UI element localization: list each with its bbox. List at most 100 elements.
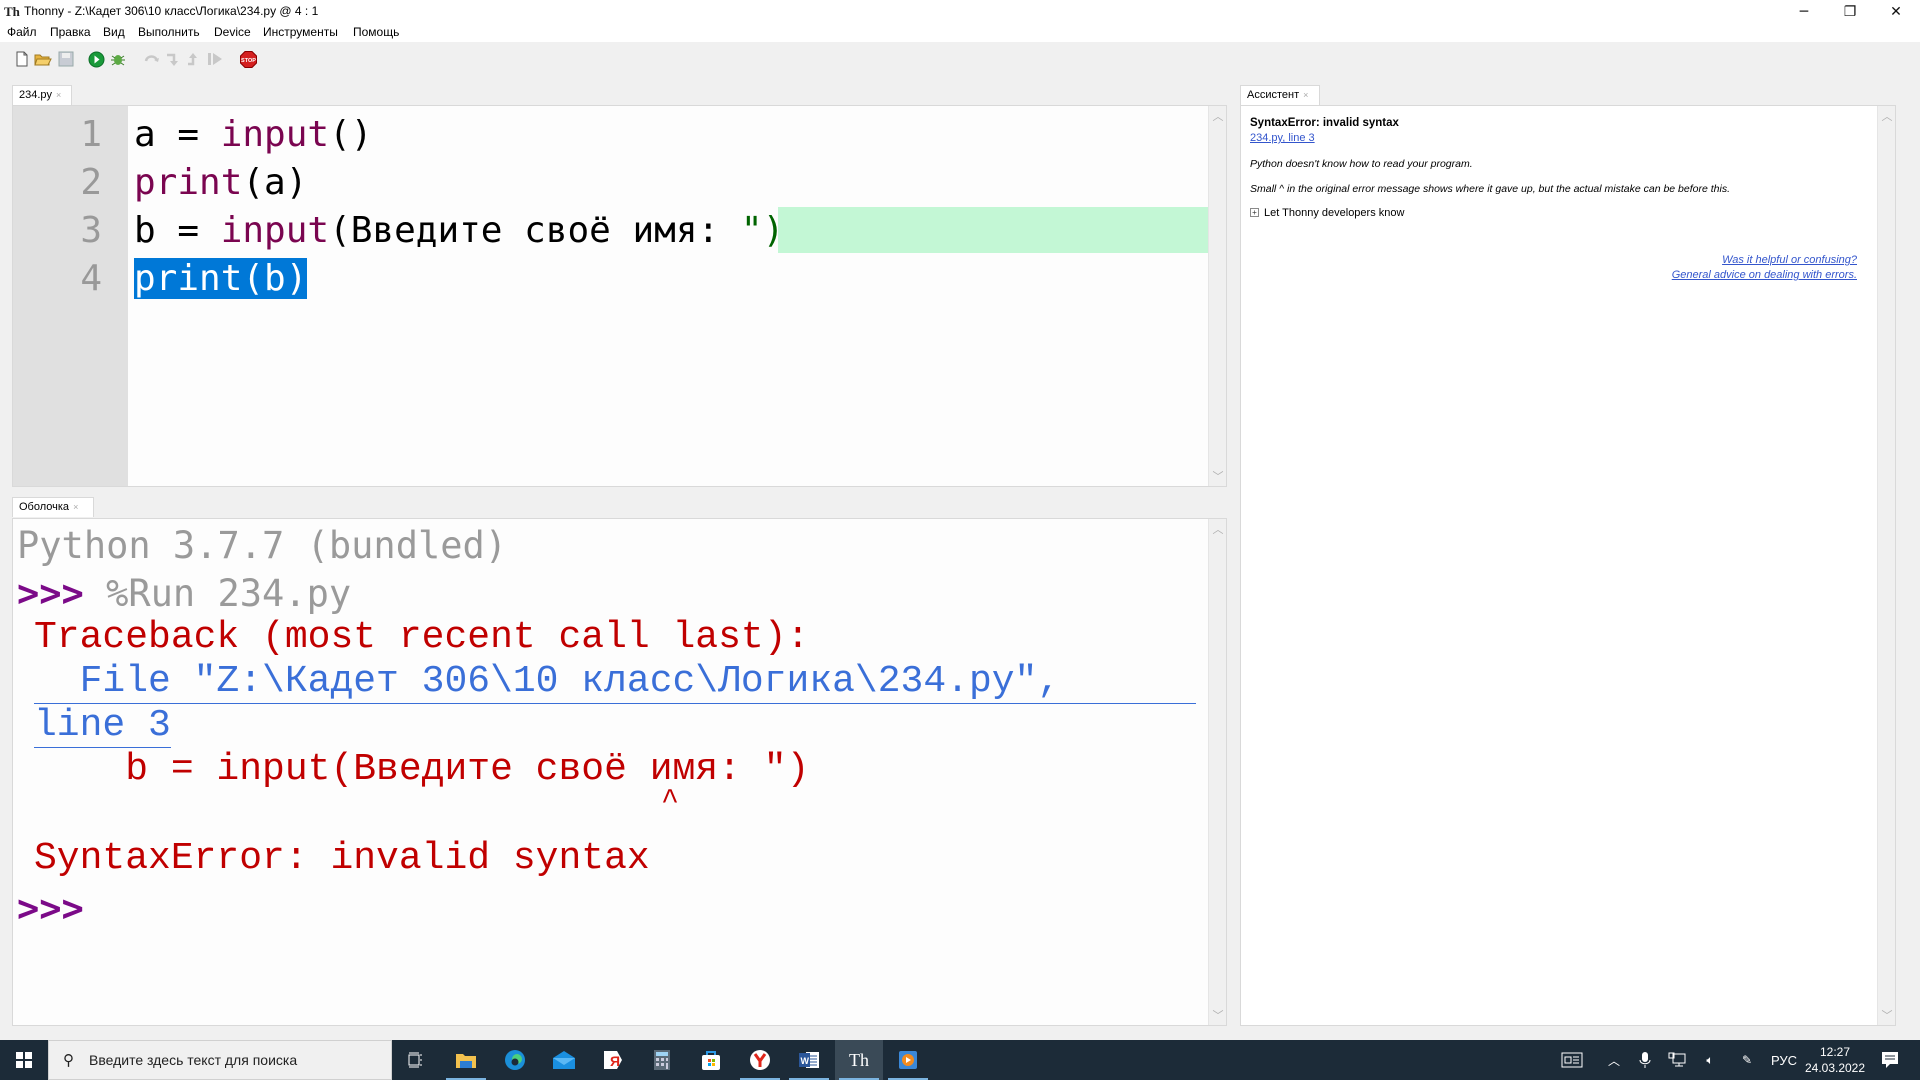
code-line-error[interactable]: b = input(Введите своё имя: ") bbox=[134, 207, 784, 255]
stop-icon: STOP bbox=[240, 51, 257, 68]
tab-assistant[interactable]: Ассистент × bbox=[1240, 85, 1320, 105]
traceback-line-link[interactable]: line 3 bbox=[34, 704, 171, 748]
code-line-selected[interactable]: print(b) bbox=[134, 255, 308, 303]
volume-button[interactable]: 🔈︎ bbox=[1697, 1040, 1723, 1080]
taskbar-file-explorer[interactable] bbox=[442, 1040, 490, 1080]
taskbar-yandex-browser[interactable] bbox=[736, 1040, 784, 1080]
save-file-button[interactable] bbox=[58, 51, 74, 67]
network-button[interactable] bbox=[1664, 1040, 1690, 1080]
editor-scrollbar[interactable]: ︿ ﹀ bbox=[1208, 106, 1226, 486]
clock-time: 12:27 bbox=[1819, 1045, 1851, 1059]
close-icon: ✕ bbox=[1890, 4, 1902, 20]
line-number: 2 bbox=[80, 162, 102, 203]
microphone-icon bbox=[1639, 1052, 1651, 1068]
notification-icon bbox=[1882, 1052, 1898, 1068]
step-out-button[interactable] bbox=[186, 51, 202, 67]
step-out-icon bbox=[188, 53, 197, 66]
svg-text:STOP: STOP bbox=[241, 58, 256, 64]
close-icon[interactable]: × bbox=[56, 90, 61, 100]
new-file-button[interactable] bbox=[14, 51, 30, 67]
restore-icon: ❐ bbox=[1843, 4, 1857, 20]
microphone-button[interactable] bbox=[1633, 1040, 1657, 1080]
scroll-down-icon[interactable]: ﹀ bbox=[1878, 1007, 1895, 1023]
shell-input-line[interactable]: >>> bbox=[17, 887, 84, 930]
pen-button[interactable]: ✎ bbox=[1733, 1040, 1761, 1080]
step-over-button[interactable] bbox=[144, 51, 160, 67]
news-button[interactable] bbox=[1557, 1040, 1587, 1080]
close-icon[interactable]: × bbox=[1303, 90, 1308, 100]
close-button[interactable]: ✕ bbox=[1873, 0, 1919, 24]
clock-date: 24.03.2022 bbox=[1804, 1061, 1866, 1075]
assistant-error-title: SyntaxError: invalid syntax bbox=[1250, 117, 1399, 129]
menu-file[interactable]: Файл bbox=[7, 25, 37, 39]
feedback-link[interactable]: Was it helpful or confusing? bbox=[1722, 254, 1857, 266]
taskbar-yandex[interactable]: Я bbox=[589, 1040, 637, 1080]
start-button[interactable] bbox=[0, 1040, 48, 1080]
syntax-error-highlight bbox=[778, 207, 1218, 253]
let-developers-know-toggle[interactable]: + Let Thonny developers know bbox=[1250, 207, 1404, 219]
menu-edit[interactable]: Правка bbox=[50, 25, 91, 39]
taskbar-task-view[interactable] bbox=[392, 1040, 440, 1080]
menu-device[interactable]: Device bbox=[214, 25, 251, 39]
debug-button[interactable] bbox=[110, 51, 126, 67]
error-caret: ^ bbox=[661, 785, 680, 819]
news-icon bbox=[1561, 1052, 1583, 1068]
scroll-up-icon[interactable]: ︿ bbox=[1209, 521, 1226, 537]
assistant-paragraph: Python doesn't know how to read your pro… bbox=[1250, 158, 1473, 170]
restore-button[interactable]: ❐ bbox=[1827, 0, 1873, 24]
shell-scrollbar[interactable]: ︿ ﹀ bbox=[1208, 519, 1226, 1025]
notifications-button[interactable] bbox=[1870, 1040, 1910, 1080]
general-advice-link[interactable]: General advice on dealing with errors. bbox=[1672, 269, 1857, 281]
taskbar-store[interactable] bbox=[687, 1040, 735, 1080]
shell-prompt: >>> bbox=[17, 887, 84, 930]
menu-tools[interactable]: Инструменты bbox=[263, 25, 338, 39]
taskbar-word[interactable]: W bbox=[785, 1040, 833, 1080]
taskbar-edge[interactable] bbox=[491, 1040, 539, 1080]
pen-icon: ✎ bbox=[1741, 1053, 1753, 1067]
open-file-button[interactable] bbox=[34, 51, 52, 67]
minimize-button[interactable]: ─ bbox=[1781, 0, 1827, 24]
scroll-down-icon[interactable]: ﹀ bbox=[1209, 468, 1226, 484]
code-line[interactable]: a = input() bbox=[134, 111, 372, 159]
taskbar-mail[interactable] bbox=[540, 1040, 588, 1080]
assistant-scrollbar[interactable]: ︿ ﹀ bbox=[1877, 106, 1895, 1025]
language-indicator[interactable]: РУС bbox=[1768, 1040, 1800, 1080]
show-hidden-icons-button[interactable]: ︿ bbox=[1601, 1040, 1627, 1080]
toolbar: STOP bbox=[0, 42, 1920, 76]
run-button[interactable] bbox=[88, 51, 105, 68]
step-into-button[interactable] bbox=[165, 51, 181, 67]
taskbar-calculator[interactable] bbox=[638, 1040, 686, 1080]
scroll-down-icon[interactable]: ﹀ bbox=[1209, 1007, 1226, 1023]
scroll-up-icon[interactable]: ︿ bbox=[1878, 108, 1895, 124]
line-number: 3 bbox=[80, 210, 102, 251]
bug-icon bbox=[111, 55, 125, 66]
step-over-icon bbox=[144, 55, 159, 62]
tab-shell[interactable]: Оболочка × bbox=[12, 497, 94, 517]
volume-icon: 🔈︎ bbox=[1706, 1052, 1714, 1067]
clock[interactable]: 12:27 24.03.2022 bbox=[1805, 1040, 1865, 1080]
thonny-app-icon: Th bbox=[4, 4, 20, 19]
stop-button[interactable]: STOP bbox=[240, 51, 257, 68]
window-title: Thonny - Z:\Кадет 306\10 класс\Логика\23… bbox=[24, 4, 319, 18]
menu-help[interactable]: Помощь bbox=[353, 25, 399, 39]
scroll-up-icon[interactable]: ︿ bbox=[1209, 108, 1226, 124]
word-icon: W bbox=[799, 1052, 819, 1068]
menu-view[interactable]: Вид bbox=[103, 25, 125, 39]
folder-open-icon bbox=[34, 54, 52, 66]
assistant-paragraph: Small ^ in the original error message sh… bbox=[1250, 183, 1731, 195]
shell-panel[interactable]: Python 3.7.7 (bundled) >>> %Run 234.py T… bbox=[12, 518, 1227, 1026]
traceback-file-link[interactable]: File "Z:\Кадет 306\10 класс\Логика\234.p… bbox=[34, 660, 1196, 704]
tab-234-py[interactable]: 234.py × bbox=[12, 85, 72, 105]
code-line[interactable]: print(a) bbox=[134, 159, 307, 207]
shell-prompt: >>> bbox=[17, 572, 84, 615]
taskbar-search-box[interactable]: ⚲ Введите здесь текст для поиска bbox=[48, 1040, 392, 1080]
menu-run[interactable]: Выполнить bbox=[138, 25, 200, 39]
chevron-up-icon: ︿ bbox=[1607, 1053, 1620, 1068]
taskbar-thonny[interactable]: Th bbox=[835, 1040, 883, 1080]
folder-icon bbox=[456, 1054, 476, 1068]
resume-button[interactable] bbox=[207, 51, 223, 67]
taskbar-media-player[interactable] bbox=[884, 1040, 932, 1080]
code-editor[interactable]: 1 2 3 4 a = input() print(a) b = input(В… bbox=[12, 105, 1227, 487]
error-location-link[interactable]: 234.py, line 3 bbox=[1250, 132, 1315, 144]
close-icon[interactable]: × bbox=[73, 502, 78, 512]
